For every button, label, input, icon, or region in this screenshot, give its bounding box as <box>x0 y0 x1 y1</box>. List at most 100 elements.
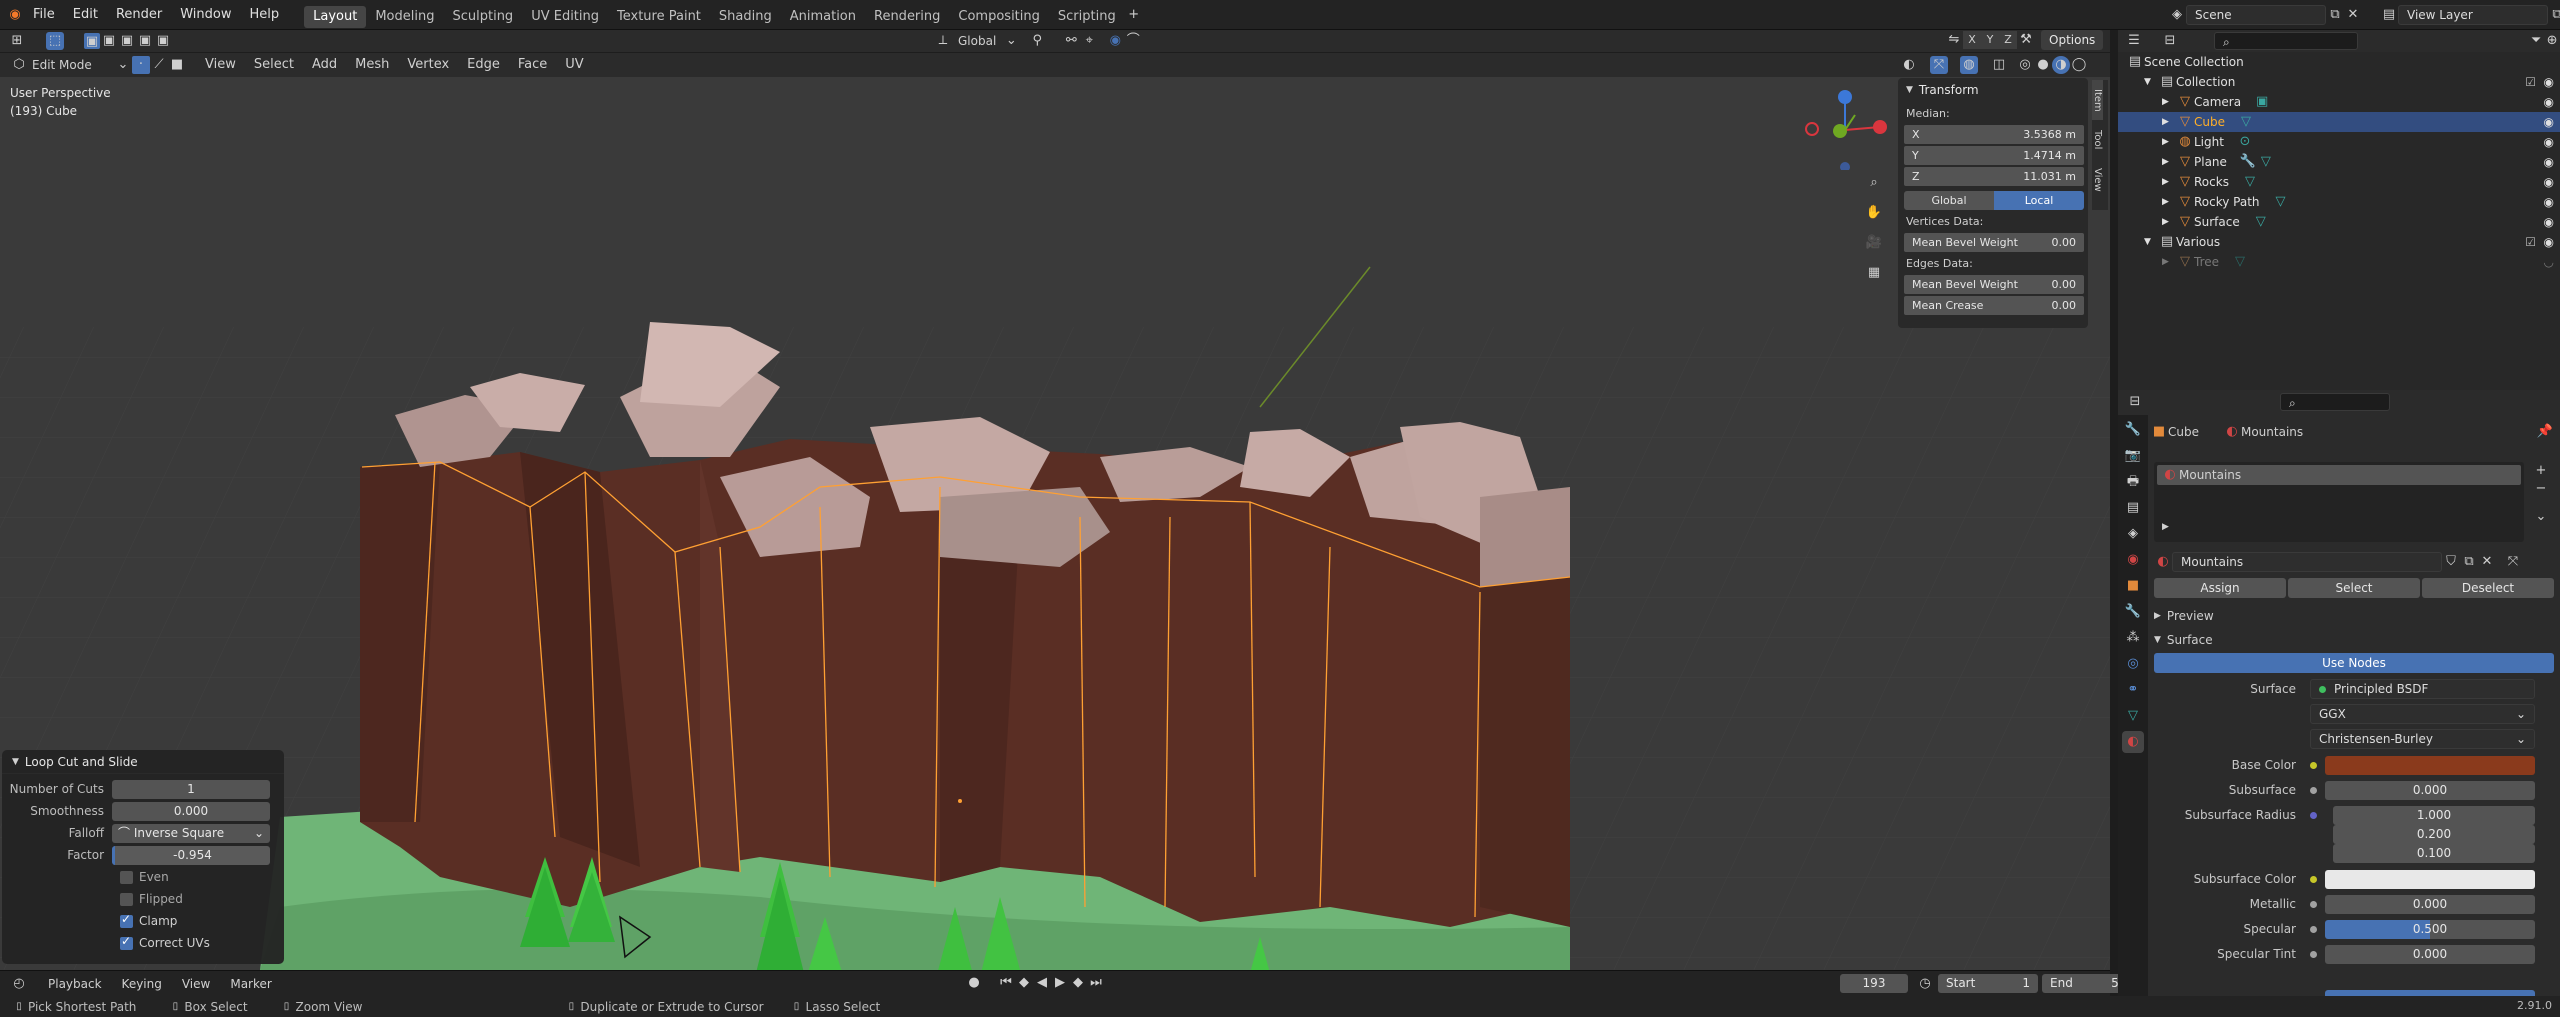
proportional-edit-icon[interactable]: ◉ <box>1106 32 1124 50</box>
filter-icon[interactable]: ⏷ <box>2528 32 2544 50</box>
ortho-grid-icon[interactable]: ▦ <box>1865 264 1883 282</box>
falloff-dropdown[interactable]: ⌒ Inverse Square ⌄ <box>112 823 270 843</box>
tab-scripting[interactable]: Scripting <box>1049 6 1125 28</box>
outliner-item-collection[interactable]: ▼ ▤ Collection ☑ ◉ <box>2118 72 2560 92</box>
outliner-item-cube[interactable]: ▶ ▽ Cube ▽ ◉ <box>2118 112 2560 132</box>
outliner-item-plane[interactable]: ▶ ▽ Plane 🔧 ▽ ◉ <box>2118 152 2560 172</box>
tool-tab-icon[interactable]: 🔧 <box>2122 419 2144 441</box>
new-view-layer-icon[interactable]: ⧉ <box>2548 6 2560 24</box>
edit-mode-icon[interactable]: ⬡ <box>10 56 28 74</box>
menu-uv[interactable]: UV <box>556 53 592 77</box>
particles-tab-icon[interactable]: ⁂ <box>2122 627 2144 649</box>
jump-start-icon[interactable]: ⏮ <box>997 974 1015 992</box>
local-toggle[interactable]: Local <box>1994 191 2084 210</box>
new-collection-icon[interactable]: ⊕ <box>2544 32 2560 50</box>
material-browse-icon[interactable]: ◐ <box>2154 553 2172 571</box>
eye-icon[interactable]: ◉ <box>2544 75 2554 89</box>
eye-icon[interactable]: ◉ <box>2544 115 2554 129</box>
tab-uv-editing[interactable]: UV Editing <box>522 6 608 28</box>
tab-tool[interactable]: Tool <box>2092 120 2103 160</box>
eye-icon[interactable]: ◉ <box>2544 155 2554 169</box>
falloff-icon[interactable]: ⌒ <box>1124 32 1142 50</box>
menu-mesh[interactable]: Mesh <box>346 53 398 77</box>
checkbox-icon[interactable]: ☑ <box>2525 235 2536 249</box>
mode-invert-icon[interactable]: ▣ <box>136 32 154 50</box>
correct-uvs-checkbox[interactable] <box>120 934 133 950</box>
playback-menu[interactable]: Playback <box>28 977 112 991</box>
editor-type-icon[interactable]: ⊞ <box>8 32 26 50</box>
add-slot-icon[interactable]: + <box>2532 462 2550 480</box>
tab-layout[interactable]: Layout <box>304 5 367 28</box>
edge-select-icon[interactable]: ⟋ <box>150 56 168 74</box>
median-x-field[interactable]: X 3.5368 m <box>1904 125 2084 144</box>
menu-view[interactable]: View <box>196 53 245 77</box>
tab-compositing[interactable]: Compositing <box>949 6 1049 28</box>
world-tab-icon[interactable]: ◉ <box>2122 549 2144 571</box>
eye-icon[interactable]: ◉ <box>2544 135 2554 149</box>
material-name-field[interactable]: Mountains <box>2172 552 2442 572</box>
subsurface-radius-y-field[interactable]: 0.200 <box>2333 824 2535 844</box>
even-checkbox[interactable] <box>120 870 133 884</box>
tab-view[interactable]: View <box>2092 160 2103 200</box>
eye-closed-icon[interactable]: ◡ <box>2544 255 2554 269</box>
deselect-button[interactable]: Deselect <box>2422 578 2554 598</box>
overlay-icon[interactable]: ◍ <box>1960 56 1978 74</box>
outliner-item-light[interactable]: ▶ ◍ Light ⊙ ◉ <box>2118 132 2560 152</box>
scene-icon[interactable]: ◈ <box>2168 6 2186 24</box>
duplicate-material-icon[interactable]: ⧉ <box>2460 553 2478 571</box>
menu-vertex[interactable]: Vertex <box>398 53 458 77</box>
subsurface-radius-z-field[interactable]: 0.100 <box>2333 843 2535 863</box>
current-frame-field[interactable]: 193 <box>1840 974 1908 993</box>
menu-help[interactable]: Help <box>241 0 289 30</box>
median-z-field[interactable]: Z 11.031 m <box>1904 167 2084 186</box>
physics-tab-icon[interactable]: ◎ <box>2122 653 2144 675</box>
material-slot-row[interactable]: ◐ Mountains <box>2157 465 2521 485</box>
camera-view-icon[interactable]: 🎥 <box>1865 234 1883 252</box>
outliner-item-rocky-path[interactable]: ▶ ▽ Rocky Path ▽ ◉ <box>2118 192 2560 212</box>
scene-tab-icon[interactable]: ◈ <box>2122 523 2144 545</box>
subsurface-method-dropdown[interactable]: Christensen-Burley ⌄ <box>2310 729 2535 749</box>
orientation-dropdown[interactable]: Global <box>952 30 1002 52</box>
slot-menu-icon[interactable]: ⌄ <box>2532 508 2550 526</box>
data-tab-icon[interactable]: ▽ <box>2122 705 2144 727</box>
menu-add[interactable]: Add <box>303 53 346 77</box>
outliner-item-surface[interactable]: ▶ ▽ Surface ▽ ◉ <box>2118 212 2560 232</box>
play-icon[interactable]: ▶ <box>1051 974 1069 992</box>
specular-tint-field[interactable]: 0.000 <box>2325 944 2535 964</box>
fake-user-icon[interactable]: ⛉ <box>2442 553 2460 571</box>
record-icon[interactable]: ● <box>965 974 983 992</box>
outliner-item-tree[interactable]: ▶ ▽ Tree ▽ ◡ <box>2118 252 2560 272</box>
display-mode-icon[interactable]: ⊟ <box>2162 32 2178 50</box>
snap-target-icon[interactable]: ⌖ <box>1080 32 1098 50</box>
surface-shader-field[interactable]: Principled BSDF <box>2310 679 2535 699</box>
mode-extend-icon[interactable]: ▣ <box>100 32 118 50</box>
shading-material-icon[interactable]: ◑ <box>2052 56 2070 74</box>
pivot-icon[interactable]: ⚲ <box>1028 32 1046 50</box>
scene-field[interactable]: Scene <box>2186 5 2326 25</box>
jump-end-icon[interactable]: ⏭ <box>1087 974 1105 992</box>
menu-face[interactable]: Face <box>509 53 556 77</box>
constraints-tab-icon[interactable]: ⚭ <box>2122 679 2144 701</box>
checkbox-icon[interactable]: ☑ <box>2525 75 2536 89</box>
visibility-icon[interactable]: ◐ <box>1900 56 1918 74</box>
tab-shading[interactable]: Shading <box>710 6 781 28</box>
mode-subtract-icon[interactable]: ▣ <box>118 32 136 50</box>
pan-hand-icon[interactable]: ✋ <box>1865 204 1883 222</box>
render-tab-icon[interactable]: 📷 <box>2122 445 2144 467</box>
3d-viewport[interactable]: User Perspective (193) Cube ⌕ ✋ 🎥 ▦ <box>0 77 2110 970</box>
expand-icon[interactable]: ▶ <box>2162 522 2169 532</box>
flipped-checkbox[interactable] <box>120 892 133 906</box>
specular-slider[interactable]: 0.500 <box>2325 919 2535 939</box>
metallic-field[interactable]: 0.000 <box>2325 894 2535 914</box>
smoothness-field[interactable]: 0.000 <box>112 801 270 821</box>
collapse-icon[interactable]: ▼ <box>1906 85 1913 95</box>
options-dropdown[interactable]: Options <box>2041 30 2104 50</box>
eye-icon[interactable]: ◉ <box>2544 235 2554 249</box>
prev-keyframe-icon[interactable]: ◆ <box>1015 974 1033 992</box>
vertex-select-icon[interactable]: · <box>132 56 150 74</box>
play-reverse-icon[interactable]: ◀ <box>1033 974 1051 992</box>
material-slots-list[interactable]: ◐ Mountains ▶ <box>2154 462 2524 542</box>
remove-slot-icon[interactable]: − <box>2532 480 2550 498</box>
orientation-icon[interactable]: ⟂ <box>934 32 952 50</box>
properties-editor-icon[interactable]: ⊟ <box>2126 393 2144 411</box>
